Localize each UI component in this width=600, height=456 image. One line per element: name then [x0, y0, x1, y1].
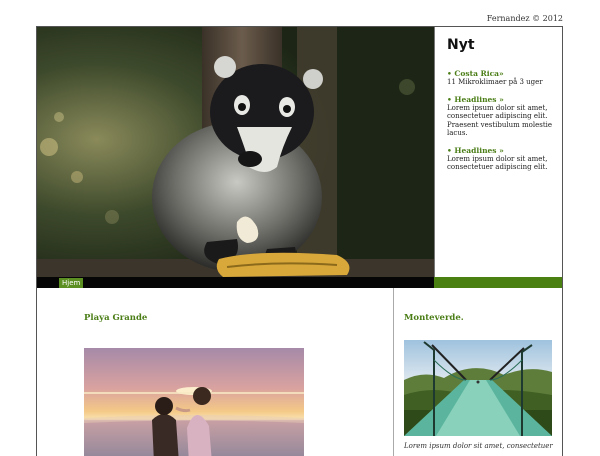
section-title-monteverde: Monteverde. — [404, 313, 464, 323]
section-title-playa-grande: Playa Grande — [84, 313, 148, 323]
nav-tab-hjem[interactable]: Hjem — [59, 278, 84, 288]
hanging-bridge-photo — [404, 340, 552, 436]
nav-bar: Hjem — [37, 277, 562, 288]
page-frame: Nyt • Costa Rica» 11 Mikroklimaer på 3 u… — [36, 26, 563, 456]
nav-bar-accent — [434, 277, 562, 288]
news-item: • Headlines » Lorem ipsum dolor sit amet… — [447, 146, 555, 172]
news-item-body: 11 Mikroklimaer på 3 uger — [447, 78, 543, 86]
news-panel: Nyt • Costa Rica» 11 Mikroklimaer på 3 u… — [434, 27, 562, 277]
news-item-link[interactable]: • Headlines » — [447, 95, 555, 104]
news-item-link[interactable]: • Costa Rica» — [447, 69, 555, 78]
hero-image-coati — [37, 27, 434, 277]
news-item-body: Lorem ipsum dolor sit amet, consectetuer… — [447, 154, 548, 172]
content-area: Playa Grande Monteverde. Lorem ipsum dol… — [37, 288, 562, 456]
beach-sunset-photo — [84, 348, 304, 456]
side-column: Monteverde. Lorem ipsum dolor sit amet, … — [394, 288, 562, 456]
news-item: • Headlines » Lorem ipsum dolor sit amet… — [447, 95, 555, 138]
photo-caption: Lorem ipsum dolor sit amet, consectetuer — [404, 442, 553, 450]
news-item: • Costa Rica» 11 Mikroklimaer på 3 uger — [447, 69, 555, 87]
news-title: Nyt — [447, 37, 475, 53]
news-item-body: Lorem ipsum dolor sit amet, consectetuer… — [447, 103, 553, 138]
news-item-link[interactable]: • Headlines » — [447, 146, 555, 155]
copyright-credit: Fernandez © 2012 — [486, 14, 563, 23]
main-column: Playa Grande — [37, 288, 394, 456]
